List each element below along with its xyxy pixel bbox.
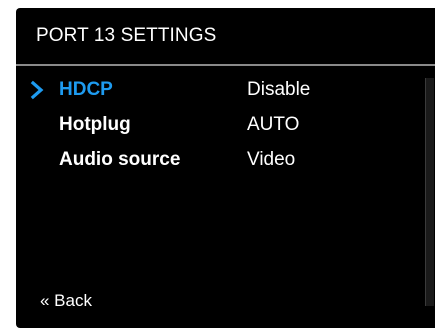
- menu-item-label: HDCP: [59, 79, 113, 100]
- back-button[interactable]: « Back: [40, 291, 92, 311]
- menu-item-value: Video: [247, 149, 296, 170]
- menu-item-hdcp[interactable]: HDCP Disable: [16, 76, 416, 111]
- title-divider: [16, 64, 435, 66]
- scrollbar[interactable]: [425, 78, 434, 306]
- settings-menu: HDCP Disable Hotplug AUTO Audio source V…: [16, 76, 416, 181]
- menu-item-hotplug[interactable]: Hotplug AUTO: [16, 111, 416, 146]
- page-title: PORT 13 SETTINGS: [36, 25, 217, 46]
- menu-item-label: Audio source: [59, 149, 181, 170]
- menu-item-label: Hotplug: [59, 114, 131, 135]
- osd-screen: PORT 13 SETTINGS HDCP Disable Hotplug AU…: [16, 8, 435, 328]
- chevron-right-icon: [30, 80, 44, 100]
- menu-item-audio-source[interactable]: Audio source Video: [16, 146, 416, 181]
- menu-item-value: AUTO: [247, 114, 300, 135]
- menu-item-value: Disable: [247, 79, 311, 100]
